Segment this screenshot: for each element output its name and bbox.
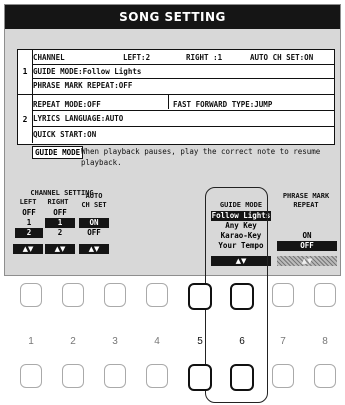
panel-button-6-upper[interactable]	[230, 283, 254, 310]
panel-button-2-lower[interactable]	[62, 364, 84, 388]
panel-button-8-lower[interactable]	[314, 364, 336, 388]
panel-button-8-upper[interactable]	[314, 283, 336, 307]
panel-button-1-upper[interactable]	[20, 283, 42, 307]
auto-label: AUTO	[85, 192, 103, 200]
panel-button-5-upper[interactable]	[188, 283, 212, 310]
panel-button-6-lower[interactable]	[230, 364, 254, 391]
panel-button-7-upper[interactable]	[272, 283, 294, 307]
phrase-mark-repeat-title: REPEAT	[293, 201, 319, 209]
channel-right-value: RIGHT :1	[186, 53, 223, 62]
panel-button-1-lower[interactable]	[20, 364, 42, 388]
panel-button-4-upper[interactable]	[146, 283, 168, 307]
settings-overview: 1 2 CHANNEL LEFT:2 RIGHT :1 AUTO CH SET:…	[17, 49, 335, 145]
phrase-mark-title: PHRASE MARK	[282, 192, 330, 200]
panel-button-5-lower[interactable]	[188, 364, 212, 391]
phrase-up-down-button[interactable]: ▲▼	[277, 256, 337, 266]
tab-1[interactable]: 1	[18, 67, 32, 76]
help-text: When playback pauses, play the correct n…	[81, 147, 321, 167]
left-up-down-button[interactable]: ▲▼	[13, 244, 43, 254]
panel-number-8: 8	[322, 336, 328, 347]
divider	[168, 95, 169, 109]
panel-number-6: 6	[239, 336, 245, 347]
lcd-screen: SONG SETTING 1 2 CHANNEL LEFT:2 RIGHT :1…	[4, 4, 341, 276]
panel-number-1: 1	[28, 336, 34, 347]
divider	[33, 110, 334, 111]
ch-set-label: CH SET	[81, 201, 107, 209]
panel-number-4: 4	[154, 336, 160, 347]
divider	[18, 94, 334, 95]
tab-2[interactable]: 2	[18, 115, 32, 124]
auto-up-down-button[interactable]: ▲▼	[79, 244, 109, 254]
right-up-down-button[interactable]: ▲▼	[45, 244, 75, 254]
panel-number-2: 2	[70, 336, 76, 347]
left-label: LEFT	[19, 198, 37, 206]
right-option-off[interactable]: OFF	[45, 208, 75, 218]
panel-button-3-lower[interactable]	[104, 364, 126, 388]
left-option-1[interactable]: 1	[15, 218, 43, 228]
right-label: RIGHT	[47, 198, 69, 206]
help-area: GUIDE MODE When playback pauses, play th…	[17, 146, 335, 174]
right-option-2[interactable]: 2	[45, 228, 75, 238]
guide-mode-row: GUIDE MODE:Follow Lights	[33, 67, 142, 76]
channel-row-label: CHANNEL	[33, 53, 65, 62]
left-option-2[interactable]: 2	[15, 228, 43, 238]
panel-button-2-upper[interactable]	[62, 283, 84, 307]
channel-left-value: LEFT:2	[123, 53, 151, 62]
panel-number-3: 3	[112, 336, 118, 347]
quick-start-row: QUICK START:ON	[33, 130, 97, 139]
panel-button-7-lower[interactable]	[272, 364, 294, 388]
lyrics-language-row: LYRICS LANGUAGE:AUTO	[33, 114, 124, 123]
panel-number-5: 5	[197, 336, 203, 347]
tab-column: 1 2	[18, 50, 33, 143]
help-label: GUIDE MODE	[32, 146, 84, 159]
phrase-mark-row: PHRASE MARK REPEAT:OFF	[33, 81, 133, 90]
divider	[33, 126, 334, 127]
auto-option-on[interactable]: ON	[79, 218, 109, 228]
left-option-off[interactable]: OFF	[15, 208, 43, 218]
phrase-option-on[interactable]: ON	[277, 231, 337, 241]
auto-ch-set-value: AUTO CH SET:ON	[250, 53, 314, 62]
page-title: SONG SETTING	[5, 5, 340, 29]
auto-option-off[interactable]: OFF	[79, 228, 109, 238]
panel-button-3-upper[interactable]	[104, 283, 126, 307]
panel-button-4-lower[interactable]	[146, 364, 168, 388]
panel-number-7: 7	[280, 336, 286, 347]
phrase-option-off[interactable]: OFF	[277, 241, 337, 251]
right-option-1[interactable]: 1	[45, 218, 75, 228]
